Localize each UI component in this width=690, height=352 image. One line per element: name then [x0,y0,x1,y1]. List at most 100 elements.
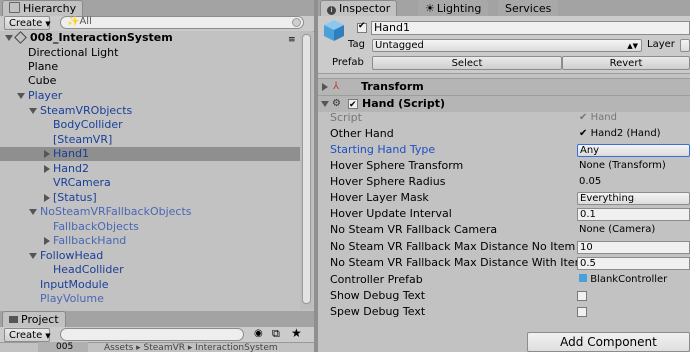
list-item[interactable]: Cube [0,74,300,88]
spew-debug-text-checkbox[interactable] [577,307,587,317]
prop-other-hand: Other Hand ✔ Hand2 (Hand) [330,126,690,142]
filter-by-type-icon[interactable]: ◉ [254,328,263,339]
collapse-arrow-icon[interactable] [44,165,50,173]
project-folder-stub[interactable]: 005 [38,342,88,352]
hierarchy-scrollbar-thumb[interactable] [302,34,311,304]
folder-icon [9,316,18,323]
expand-arrow-icon[interactable] [29,253,37,259]
prop-spew-debug-text: Spew Debug Text [330,304,690,320]
show-debug-text-checkbox[interactable] [577,291,587,301]
tab-hierarchy[interactable]: Hierarchy [2,0,84,16]
layer-dropdown[interactable] [680,39,690,52]
list-item[interactable]: Plane [0,60,300,74]
collapse-arrow-icon[interactable] [322,83,328,91]
list-item[interactable]: SteamVRObjects [0,104,300,118]
expand-arrow-icon[interactable] [321,101,329,107]
list-item[interactable]: Directional Light [0,46,300,60]
scene-menu-icon[interactable]: ≡ [288,33,296,47]
tab-lighting[interactable]: ☀ Lighting [418,0,489,16]
dropdown-arrow-icon: ▲▼ [627,42,638,50]
checkmark-icon: ✔ [579,112,588,123]
prop-hover-update-interval: Hover Update Interval 0.1 [330,206,690,222]
other-hand-field[interactable]: ✔ Hand2 (Hand) [577,128,690,141]
unity-scene-icon [14,31,27,44]
script-field: ✔ Hand [579,112,617,123]
list-item[interactable]: Hand2 [0,162,300,176]
transform-component-header[interactable]: ⅄ Transform [318,78,690,95]
collapse-arrow-icon[interactable] [44,194,50,202]
fallback-camera-field[interactable]: None (Camera) [577,224,690,237]
checkmark-icon: ✔ [358,21,366,31]
dropdown-arrow-icon: ▼ [45,20,51,28]
hierarchy-list: 008_InteractionSystem ≡ Directional Ligh… [0,31,300,309]
object-name-field[interactable]: Hand1 [371,21,690,35]
tab-services[interactable]: Services [498,0,559,16]
hierarchy-search-input[interactable]: ✨All [60,16,304,29]
prefab-revert-button[interactable]: Revert [562,56,690,70]
hover-update-interval-field[interactable]: 0.1 [577,208,690,221]
project-search-input[interactable] [60,328,244,341]
prop-hover-layer-mask: Hover Layer Mask Everything [330,190,690,206]
list-item[interactable]: InputModule [0,278,300,292]
hover-sphere-radius-field[interactable]: 0.05 [577,176,690,189]
fallback-max-distance-with-item-field[interactable]: 0.5 [577,257,690,270]
hierarchy-create-button[interactable]: Create ▼ [4,16,51,30]
list-item[interactable]: HeadCollider [0,263,300,277]
tab-inspector[interactable]: i Inspector [320,0,398,16]
prop-fallback-max-distance-no-item: No Steam VR Fallback Max Distance No Ite… [330,239,690,255]
tag-label: Tag [348,39,365,50]
component-enabled-checkbox[interactable]: ✔ [348,99,358,110]
search-text: ✨All [67,16,92,27]
controller-prefab-field[interactable]: BlankController [577,274,690,287]
list-item[interactable]: BodyCollider [0,118,300,132]
list-item[interactable]: FallbackHand [0,234,300,248]
expand-arrow-icon[interactable] [29,108,37,114]
expand-arrow-icon[interactable] [17,93,25,99]
expand-arrow-icon[interactable] [5,35,13,41]
prefab-cube-icon [579,274,587,282]
prop-show-debug-text: Show Debug Text [330,288,690,304]
checkmark-icon: ✔ [579,128,588,139]
list-item-selected[interactable]: Hand1 [0,147,300,161]
prop-hover-sphere-radius: Hover Sphere Radius 0.05 [330,174,690,190]
prop-controller-prefab: Controller Prefab BlankController [330,272,690,288]
list-item[interactable]: FollowHead [0,249,300,263]
tag-dropdown[interactable]: Untagged ▲▼ [372,39,642,52]
hover-sphere-transform-field[interactable]: None (Transform) [577,160,690,173]
gameobject-cube-icon [322,18,346,42]
search-clear-icon[interactable] [292,18,301,27]
list-item[interactable]: VRCamera [0,176,300,190]
active-checkbox[interactable]: ✔ [357,21,367,33]
scene-row[interactable]: 008_InteractionSystem ≡ [0,31,300,45]
scene-name: 008_InteractionSystem [30,31,173,44]
dropdown-arrow-icon: ▼ [45,332,51,340]
info-icon: i [327,6,336,15]
add-component-button[interactable]: Add Component [527,332,690,352]
layer-label: Layer [647,39,675,50]
transform-axes-icon: ⅄ [333,81,340,92]
list-item[interactable]: NoSteamVRFallbackObjects [0,205,300,219]
hierarchy-icon [9,2,20,13]
hierarchy-scrollbar[interactable] [300,31,313,309]
hover-layer-mask-dropdown[interactable]: Everything [577,192,690,205]
list-item[interactable]: PlayVolume [0,292,300,306]
list-item[interactable]: [SteamVR] [0,133,300,147]
prop-hover-sphere-transform: Hover Sphere Transform None (Transform) [330,158,690,174]
list-item[interactable]: Player [0,89,300,103]
project-create-button[interactable]: Create ▼ [4,328,51,342]
expand-arrow-icon[interactable] [29,209,37,215]
tab-project[interactable]: Project [2,311,66,327]
prop-script: Script ✔ Hand [330,110,690,126]
project-breadcrumb: Assets ▸ SteamVR ▸ InteractionSystem [104,343,278,352]
filter-by-label-icon[interactable]: ⧉ [272,327,280,341]
list-item[interactable]: FallbackObjects [0,220,300,234]
collapse-arrow-icon[interactable] [44,150,50,158]
prefab-select-button[interactable]: Select [372,56,562,70]
list-item[interactable]: [Status] [0,191,300,205]
prefab-label: Prefab [332,57,364,68]
fallback-max-distance-no-item-field[interactable]: 10 [577,241,690,254]
favorites-star-icon[interactable]: ★ [291,326,302,340]
lighting-icon: ☀ [425,2,435,15]
starting-hand-type-dropdown[interactable]: Any [577,144,690,157]
collapse-arrow-icon[interactable] [44,237,50,245]
